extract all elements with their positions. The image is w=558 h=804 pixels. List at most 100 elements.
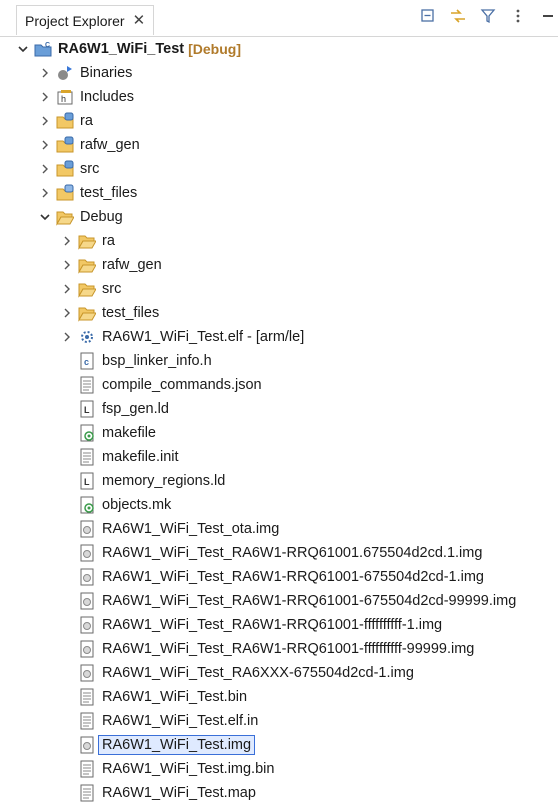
source-folder-icon (56, 136, 74, 154)
tree-item-label: Debug (80, 209, 123, 225)
chevron-down-icon[interactable] (38, 210, 52, 224)
tab-title: Project Explorer (25, 12, 125, 29)
tree-item-file[interactable]: objects.mk (0, 494, 558, 516)
tree-item-debug[interactable]: Debug (0, 206, 558, 228)
project-explorer-tab[interactable]: Project Explorer ✕ (16, 5, 155, 35)
binaries-icon (56, 64, 74, 82)
tree-item-debug-src[interactable]: src (0, 278, 558, 300)
tree-item-src[interactable]: src (0, 158, 558, 180)
tree-item-file[interactable]: c bsp_linker_info.h (0, 350, 558, 372)
tree-item-label: test_files (80, 185, 138, 201)
text-file-icon (78, 760, 96, 778)
chevron-right-icon[interactable] (38, 66, 52, 80)
minimize-icon[interactable] (538, 6, 558, 26)
tree-item-includes[interactable]: h Includes (0, 86, 558, 108)
text-file-icon (78, 784, 96, 802)
open-folder-icon (56, 208, 74, 226)
tree-item-file[interactable]: RA6W1_WiFi_Test_ota.img (0, 518, 558, 540)
tree-item-file[interactable]: RA6W1_WiFi_Test_RA6W1-RRQ61001-fffffffff… (0, 614, 558, 636)
tree-item-label: test_files (102, 305, 160, 321)
image-file-icon (78, 736, 96, 754)
chevron-right-icon[interactable] (38, 138, 52, 152)
tree-item-rafw-gen[interactable]: rafw_gen (0, 134, 558, 156)
tree-item-project[interactable]: C RA6W1_WiFi_Test [Debug] (0, 38, 558, 60)
tree-item-file[interactable]: RA6W1_WiFi_Test_RA6W1-RRQ61001-675504d2c… (0, 590, 558, 612)
tree-item-file[interactable]: L memory_regions.ld (0, 470, 558, 492)
image-file-icon (78, 616, 96, 634)
chevron-right-icon[interactable] (38, 114, 52, 128)
svg-text:C: C (45, 42, 50, 49)
folder-icon (78, 232, 96, 250)
tree-item-file[interactable]: RA6W1_WiFi_Test_RA6W1-RRQ61001.675504d2c… (0, 542, 558, 564)
tree-item-label: RA6W1_WiFi_Test_RA6W1-RRQ61001-fffffffff… (102, 617, 443, 633)
svg-text:h: h (61, 94, 66, 104)
tree-item-debug-ra[interactable]: ra (0, 230, 558, 252)
collapse-all-icon[interactable] (418, 6, 438, 26)
tree-item-label: RA6W1_WiFi_Test.bin (102, 689, 248, 705)
folder-icon (78, 280, 96, 298)
makefile-icon (78, 424, 96, 442)
tree-item-label: src (102, 281, 122, 297)
chevron-right-icon[interactable] (60, 330, 74, 344)
chevron-right-icon[interactable] (38, 162, 52, 176)
tree-item-ra[interactable]: ra (0, 110, 558, 132)
tree-item-file[interactable]: RA6W1_WiFi_Test_RA6XXX-675504d2cd-1.img (0, 662, 558, 684)
includes-icon: h (56, 88, 74, 106)
tree-item-elf[interactable]: RA6W1_WiFi_Test.elf - [arm/le] (0, 326, 558, 348)
tree-item-label: rafw_gen (102, 257, 162, 273)
chevron-right-icon[interactable] (60, 282, 74, 296)
image-file-icon (78, 568, 96, 586)
tree-item-debug-test-files[interactable]: test_files (0, 302, 558, 324)
link-with-editor-icon[interactable] (448, 6, 468, 26)
tree-item-label: rafw_gen (80, 137, 140, 153)
chevron-right-icon[interactable] (38, 186, 52, 200)
tree-item-label: RA6W1_WiFi_Test_RA6W1-RRQ61001-fffffffff… (102, 641, 475, 657)
tree-item-label: compile_commands.json (102, 377, 262, 393)
tree-item-file[interactable]: compile_commands.json (0, 374, 558, 396)
close-icon[interactable]: ✕ (133, 13, 146, 28)
project-name: RA6W1_WiFi_Test (58, 41, 185, 57)
tree-item-file[interactable]: L fsp_gen.ld (0, 398, 558, 420)
image-file-icon (78, 544, 96, 562)
image-file-icon (78, 520, 96, 538)
tree-item-test-files[interactable]: test_files (0, 182, 558, 204)
tree-item-binaries[interactable]: Binaries (0, 62, 558, 84)
view-toolbar (418, 6, 558, 26)
tree-item-label: makefile (102, 425, 156, 441)
c-header-file-icon: c (78, 352, 96, 370)
tree-item-label: memory_regions.ld (102, 473, 226, 489)
tree-item-label: RA6W1_WiFi_Test_RA6W1-RRQ61001-675504d2c… (102, 569, 484, 585)
tree-item-file[interactable]: RA6W1_WiFi_Test_RA6W1-RRQ61001-fffffffff… (0, 638, 558, 660)
folder-icon (78, 256, 96, 274)
tree-item-label: RA6W1_WiFi_Test.img (97, 735, 256, 755)
image-file-icon (78, 592, 96, 610)
tree-item-label: RA6W1_WiFi_Test_RA6XXX-675504d2cd-1.img (102, 665, 414, 681)
build-config-badge: [Debug] (188, 41, 241, 57)
chevron-right-icon[interactable] (60, 234, 74, 248)
tree-item-file-selected[interactable]: RA6W1_WiFi_Test.img (0, 734, 558, 756)
image-file-icon (78, 640, 96, 658)
svg-text:L: L (84, 477, 90, 487)
svg-text:L: L (84, 405, 90, 415)
chevron-right-icon[interactable] (60, 258, 74, 272)
tree-item-file[interactable]: RA6W1_WiFi_Test.elf.in (0, 710, 558, 732)
tree-item-file[interactable]: RA6W1_WiFi_Test.bin (0, 686, 558, 708)
tree-item-file[interactable]: RA6W1_WiFi_Test_RA6W1-RRQ61001-675504d2c… (0, 566, 558, 588)
tree-item-label: RA6W1_WiFi_Test.img.bin (102, 761, 275, 777)
view-menu-icon[interactable] (508, 6, 528, 26)
folder-icon (78, 304, 96, 322)
tree-item-label: Binaries (80, 65, 133, 81)
tree-item-debug-rafw-gen[interactable]: rafw_gen (0, 254, 558, 276)
source-folder-icon (56, 184, 74, 202)
tree-item-file[interactable]: RA6W1_WiFi_Test.img.bin (0, 758, 558, 780)
c-project-icon: C (34, 40, 52, 58)
source-folder-icon (56, 160, 74, 178)
chevron-right-icon[interactable] (60, 306, 74, 320)
tree-item-label: Includes (80, 89, 135, 105)
tree-item-file[interactable]: RA6W1_WiFi_Test.map (0, 782, 558, 804)
tree-item-file[interactable]: makefile.init (0, 446, 558, 468)
chevron-down-icon[interactable] (16, 42, 30, 56)
tree-item-file[interactable]: makefile (0, 422, 558, 444)
filter-icon[interactable] (478, 6, 498, 26)
chevron-right-icon[interactable] (38, 90, 52, 104)
